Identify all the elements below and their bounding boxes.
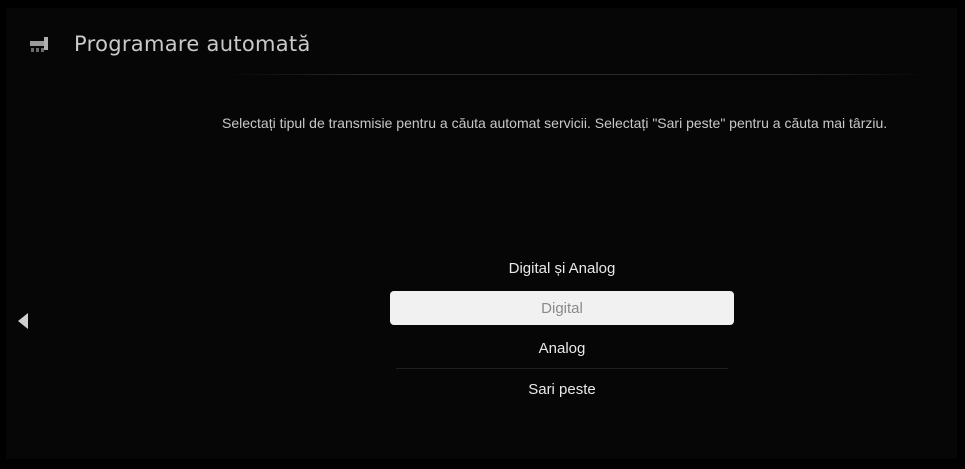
option-skip[interactable]: Sari peste	[390, 369, 734, 409]
screen: Programare automată Selectați tipul de t…	[6, 8, 957, 459]
page-title: Programare automată	[74, 32, 311, 56]
header-divider	[226, 74, 926, 75]
header: Programare automată	[28, 26, 311, 62]
description-text: Selectați tipul de transmisie pentru a c…	[222, 115, 888, 131]
wrench-icon	[28, 31, 54, 57]
left-arrow-icon[interactable]	[18, 313, 28, 329]
option-digital[interactable]: Digital	[390, 291, 734, 325]
option-analog[interactable]: Analog	[390, 328, 734, 368]
option-digital-analog[interactable]: Digital și Analog	[390, 248, 734, 288]
options-list: Digital și Analog Digital Analog Sari pe…	[390, 248, 734, 409]
